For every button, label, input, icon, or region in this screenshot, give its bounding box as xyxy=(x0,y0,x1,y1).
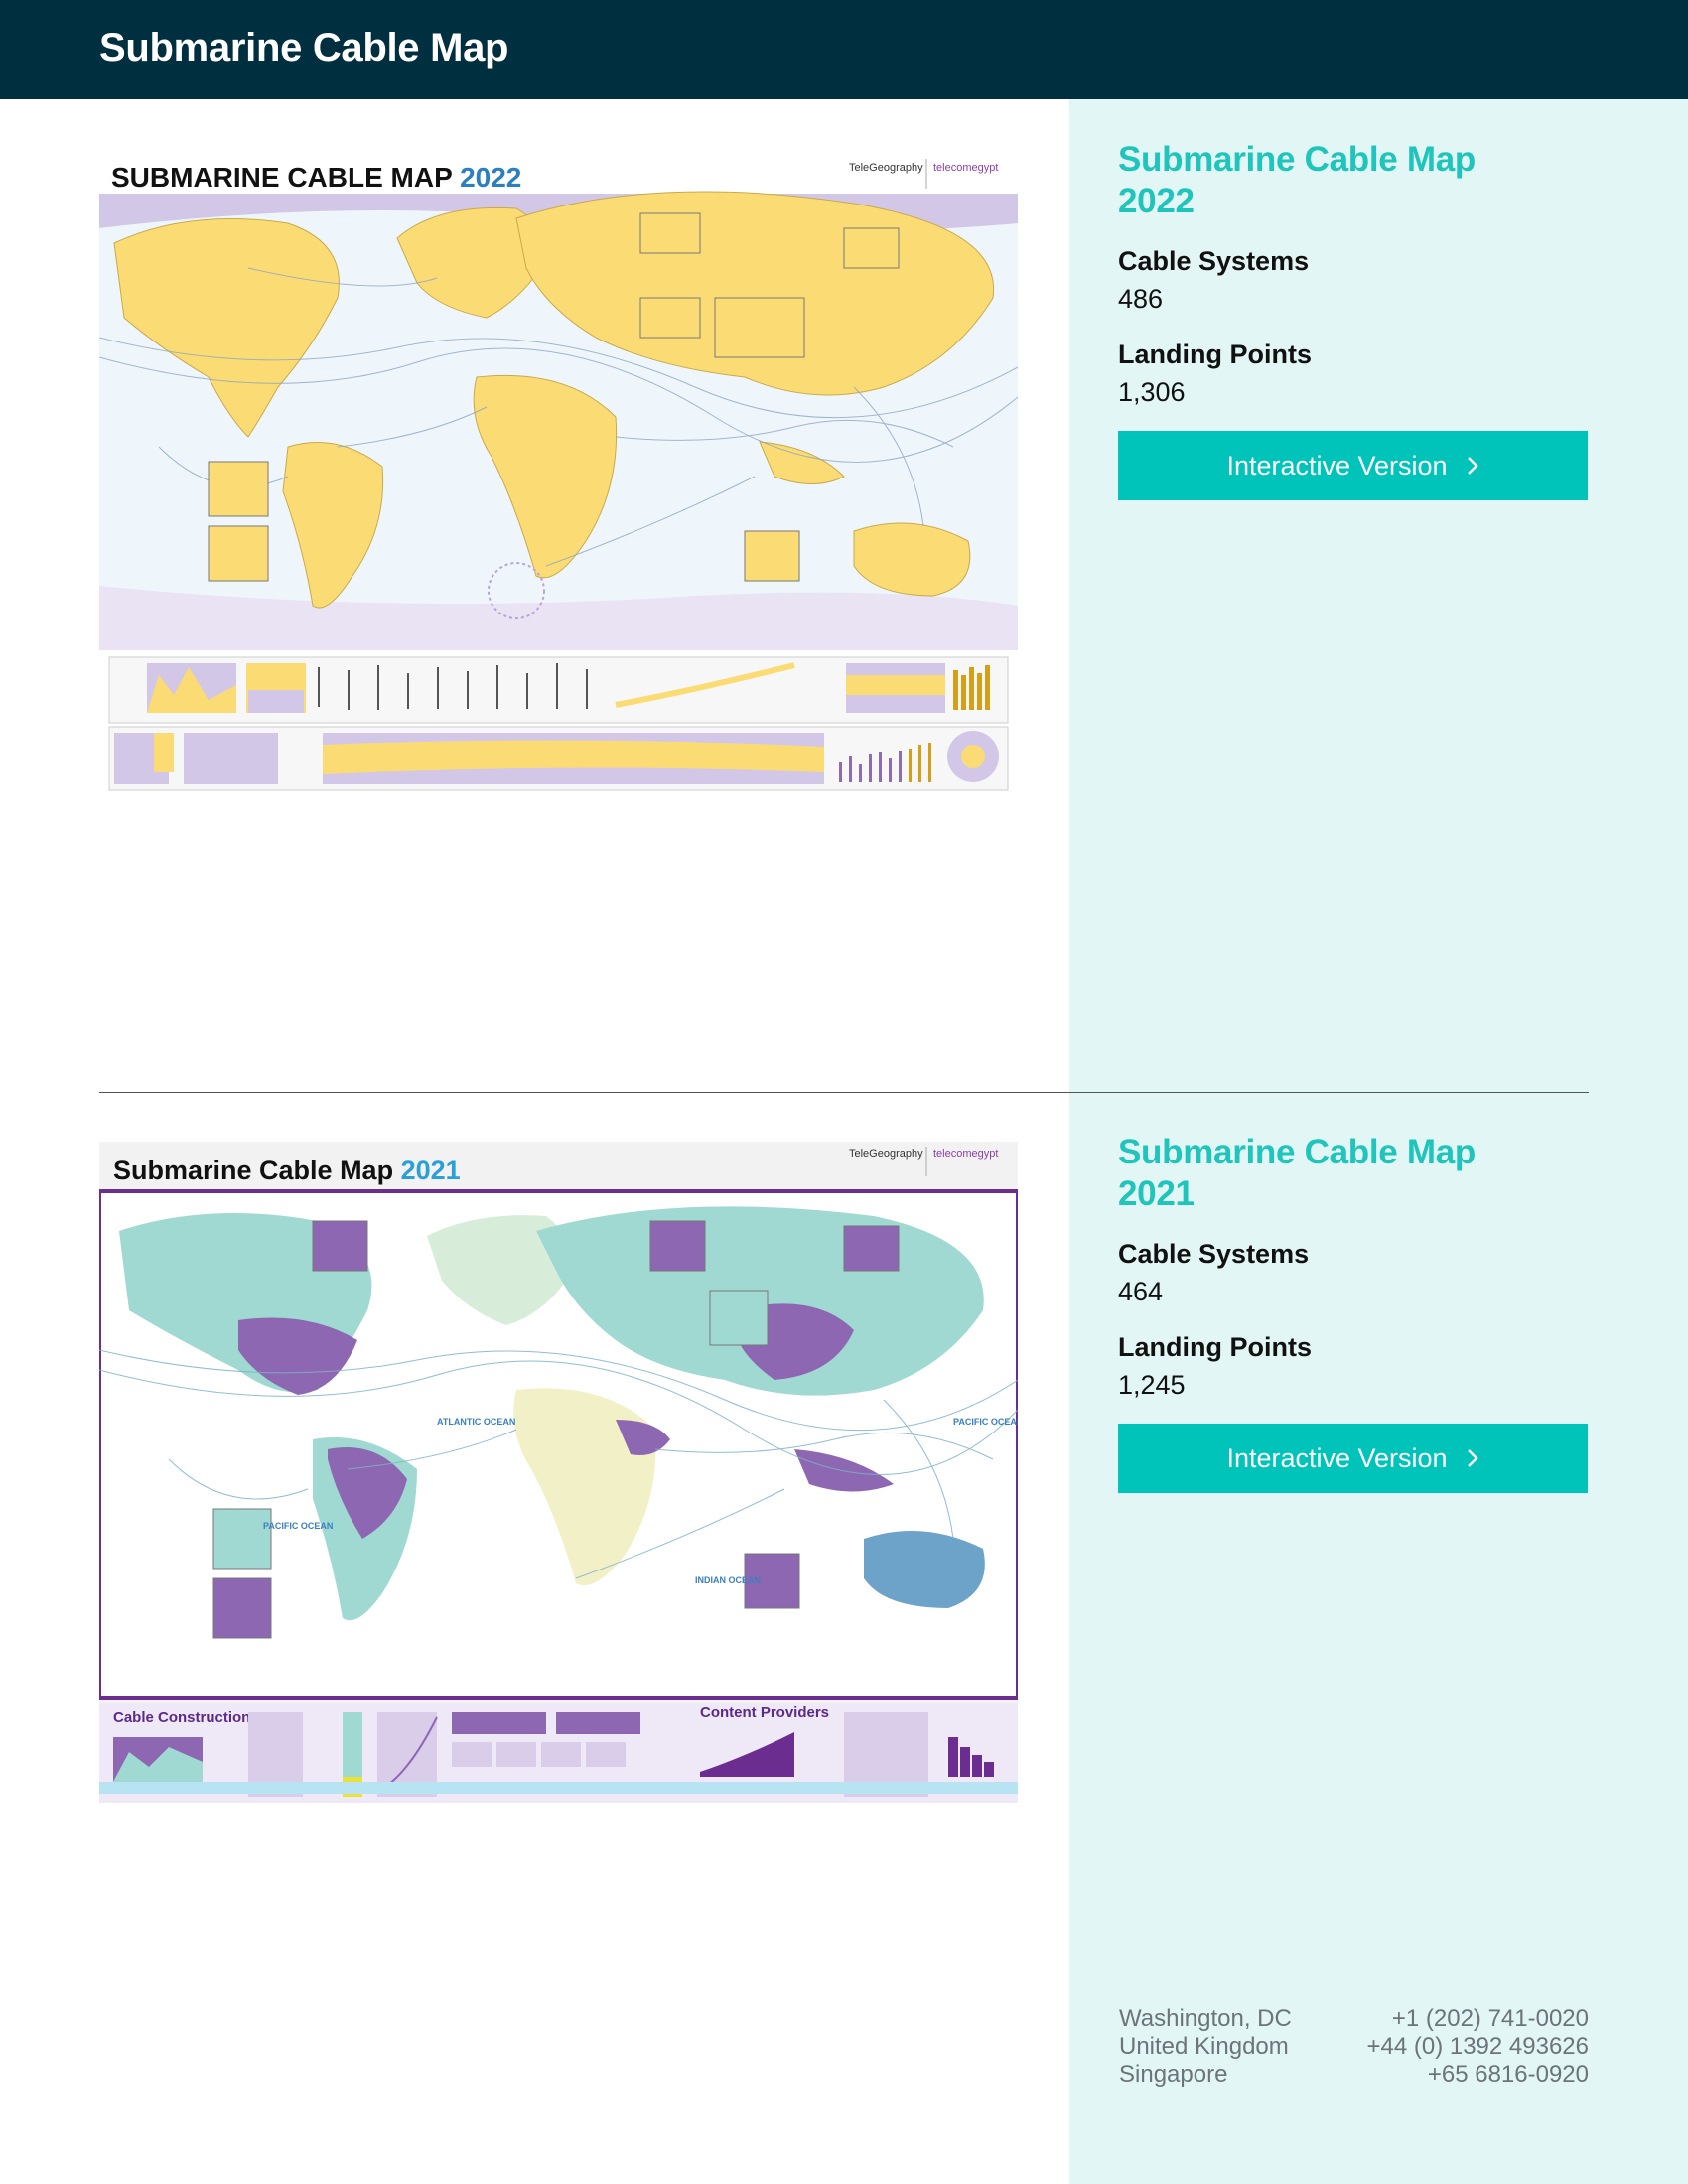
landing-points-label: Landing Points xyxy=(1118,340,1312,369)
poster-partner-2021: telecomegypt xyxy=(933,1148,998,1160)
map-2022-poster: SUBMARINE CABLE MAP 2022 TeleGeography t… xyxy=(99,149,1018,804)
cable-systems-value: 486 xyxy=(1118,284,1164,314)
content-providers-label: Content Providers xyxy=(700,1705,829,1721)
chevron-right-icon xyxy=(1466,1447,1479,1469)
office-phone[interactable]: +44 (0) 1392 493626 xyxy=(1366,2033,1589,2061)
page-title: Submarine Cable Map xyxy=(99,26,509,69)
cable-systems-label: Cable Systems xyxy=(1118,1239,1310,1269)
cable-systems-value: 464 xyxy=(1118,1277,1164,1306)
office-city: United Kingdom xyxy=(1119,2033,1289,2060)
landing-points-label: Landing Points xyxy=(1118,1332,1312,1362)
interactive-version-label: Interactive Version xyxy=(1226,450,1448,480)
office-row: United Kingdom +44 (0) 1392 493626 xyxy=(1119,2033,1589,2061)
office-row: Singapore +65 6816-0920 xyxy=(1119,2061,1589,2089)
map-2022-info-panel: Submarine Cable Map 2022 Cable Systems 4… xyxy=(1118,139,1589,500)
office-phone[interactable]: +65 6816-0920 xyxy=(1428,2061,1589,2089)
cable-construction-label: Cable Construction xyxy=(113,1709,250,1726)
chevron-right-icon xyxy=(1466,455,1479,477)
map-2022-title: Submarine Cable Map 2022 xyxy=(1118,140,1476,220)
office-contacts: Washington, DC +1 (202) 741-0020 United … xyxy=(1119,2005,1589,2089)
map-2021-title: Submarine Cable Map 2021 xyxy=(1118,1133,1476,1213)
cable-systems-label: Cable Systems xyxy=(1118,246,1310,276)
office-row: Washington, DC +1 (202) 741-0020 xyxy=(1119,2005,1589,2033)
site-header: Submarine Cable Map xyxy=(0,0,1688,99)
interactive-version-button-2021[interactable]: Interactive Version xyxy=(1118,1424,1588,1493)
landing-points-value: 1,306 xyxy=(1118,377,1186,407)
atlantic-label: ATLANTIC OCEAN xyxy=(437,1417,515,1427)
poster-partner-2022: telecomegypt xyxy=(933,162,998,174)
landing-points-value: 1,245 xyxy=(1118,1370,1186,1400)
poster-title-2021: Submarine Cable Map 2021 xyxy=(113,1156,461,1185)
poster-brand-2021: TeleGeography xyxy=(849,1148,923,1160)
section-divider xyxy=(99,1092,1589,1093)
poster-title-2022: SUBMARINE CABLE MAP 2022 xyxy=(111,162,521,193)
map-2021-poster: ATLANTIC OCEAN PACIFIC OCEAN PACIFIC OCE… xyxy=(99,1142,1018,1803)
office-phone[interactable]: +1 (202) 741-0020 xyxy=(1392,2005,1589,2033)
office-city: Singapore xyxy=(1119,2061,1228,2088)
map-2021-info-panel: Submarine Cable Map 2021 Cable Systems 4… xyxy=(1118,1132,1589,1493)
interactive-version-label: Interactive Version xyxy=(1226,1442,1448,1473)
office-city: Washington, DC xyxy=(1119,2005,1292,2032)
map-2022-thumbnail[interactable]: SUBMARINE CABLE MAP 2022 TeleGeography t… xyxy=(99,149,1018,804)
pacific-label-east: PACIFIC OCEAN xyxy=(953,1417,1018,1427)
pacific-label-west: PACIFIC OCEAN xyxy=(263,1521,333,1531)
interactive-version-button-2022[interactable]: Interactive Version xyxy=(1118,431,1588,500)
map-2021-thumbnail[interactable]: ATLANTIC OCEAN PACIFIC OCEAN PACIFIC OCE… xyxy=(99,1142,1018,1803)
indian-label: INDIAN OCEAN xyxy=(695,1575,761,1585)
poster-brand-2022: TeleGeography xyxy=(849,162,923,174)
